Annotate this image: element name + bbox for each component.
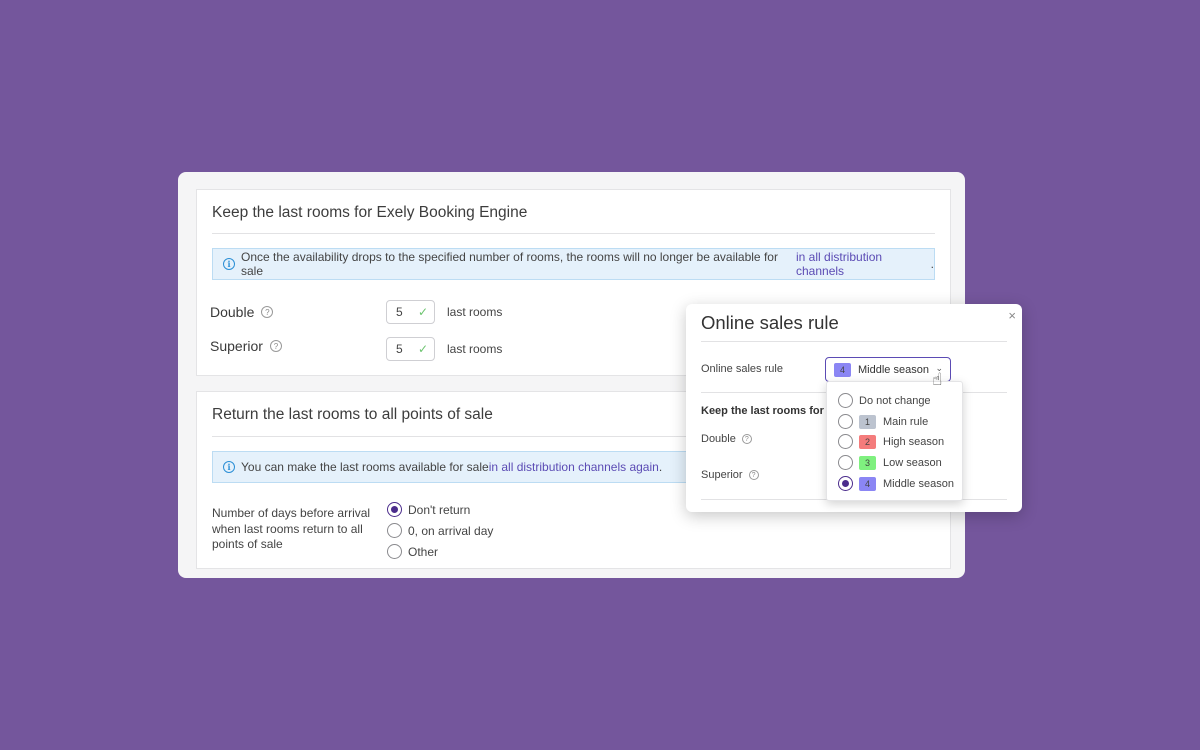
room-name: Superior [701, 469, 743, 481]
rule-label: Online sales rule [701, 363, 783, 375]
radio-unselected[interactable] [838, 455, 853, 470]
help-icon[interactable]: ? [261, 306, 274, 318]
modal-room-double: Double ? [701, 433, 752, 445]
room-name: Double [210, 304, 255, 320]
radio-on-arrival-day[interactable]: 0, on arrival day [387, 523, 493, 538]
days-before-arrival-label: Number of days before arrival when last … [212, 506, 371, 551]
modal-room-superior: Superior ? [701, 469, 759, 481]
selected-rule-label: Middle season [858, 363, 929, 376]
input-value: 5 [396, 305, 403, 319]
distribution-channels-again-link[interactable]: in all distribution channels again [489, 460, 659, 474]
rule-number-badge: 2 [859, 434, 876, 449]
superior-last-rooms-input[interactable]: 5 ✓ [386, 337, 435, 361]
divider [701, 341, 1007, 342]
rule-number-badge: 4 [859, 476, 876, 491]
distribution-channels-link[interactable]: in all distribution channels [796, 250, 931, 278]
hand-cursor-icon: ☝ [932, 370, 943, 389]
double-last-rooms-input[interactable]: 5 ✓ [386, 300, 435, 324]
help-icon[interactable]: ? [748, 470, 759, 480]
radio-unselected[interactable] [838, 414, 853, 429]
info-banner: i Once the availability drops to the spe… [212, 248, 935, 280]
last-rooms-suffix: last rooms [447, 342, 503, 356]
radio-unselected[interactable] [387, 544, 402, 559]
close-icon[interactable]: × [1008, 308, 1016, 323]
option-high-season[interactable]: 2 High season [838, 434, 944, 449]
radio-label: 0, on arrival day [408, 523, 494, 538]
help-icon[interactable]: ? [269, 340, 282, 352]
check-icon: ✓ [417, 305, 428, 319]
info-text: Once the availability drops to the speci… [241, 250, 778, 278]
modal-title: Online sales rule [701, 312, 839, 333]
info-icon: i [223, 461, 235, 473]
room-name: Superior [210, 338, 263, 354]
check-icon: ✓ [417, 342, 428, 356]
input-value: 5 [396, 342, 403, 356]
option-low-season[interactable]: 3 Low season [838, 455, 942, 470]
room-label-double: Double ? [210, 304, 274, 320]
option-label: Middle season [883, 477, 954, 490]
rule-number-badge: 4 [834, 362, 851, 377]
section-title: Keep the last rooms for Exely Booking En… [212, 204, 528, 221]
help-icon[interactable]: ? [741, 434, 752, 444]
radio-label: Other [408, 544, 439, 559]
option-label: High season [883, 435, 945, 448]
radio-label: Don't return [408, 502, 471, 517]
section-title: Return the last rooms to all points of s… [212, 406, 493, 423]
info-end: . [930, 257, 934, 271]
rule-number-badge: 1 [859, 414, 876, 429]
divider [212, 233, 935, 234]
radio-selected[interactable] [838, 476, 853, 491]
radio-dont-return[interactable]: Don't return [387, 502, 470, 517]
option-label: Main rule [883, 415, 929, 428]
info-text: You can make the last rooms available fo… [241, 460, 489, 474]
radio-unselected[interactable] [838, 393, 853, 408]
radio-unselected[interactable] [838, 434, 853, 449]
radio-unselected[interactable] [387, 523, 402, 538]
modal-subtitle: Keep the last rooms for l [701, 405, 830, 417]
sales-rule-dropdown: Do not change 1 Main rule 2 High season … [826, 381, 963, 501]
info-icon: i [223, 258, 235, 270]
option-main-rule[interactable]: 1 Main rule [838, 414, 928, 429]
rule-number-badge: 3 [859, 455, 876, 470]
option-do-not-change[interactable]: Do not change [838, 393, 931, 408]
radio-other[interactable]: Other [387, 544, 438, 559]
last-rooms-suffix: last rooms [447, 305, 503, 319]
radio-selected[interactable] [387, 502, 402, 517]
room-label-superior: Superior ? [210, 338, 282, 354]
room-name: Double [701, 433, 736, 445]
option-label: Do not change [859, 394, 931, 407]
option-middle-season[interactable]: 4 Middle season [838, 476, 954, 491]
option-label: Low season [883, 456, 942, 469]
info-end: . [658, 460, 663, 474]
